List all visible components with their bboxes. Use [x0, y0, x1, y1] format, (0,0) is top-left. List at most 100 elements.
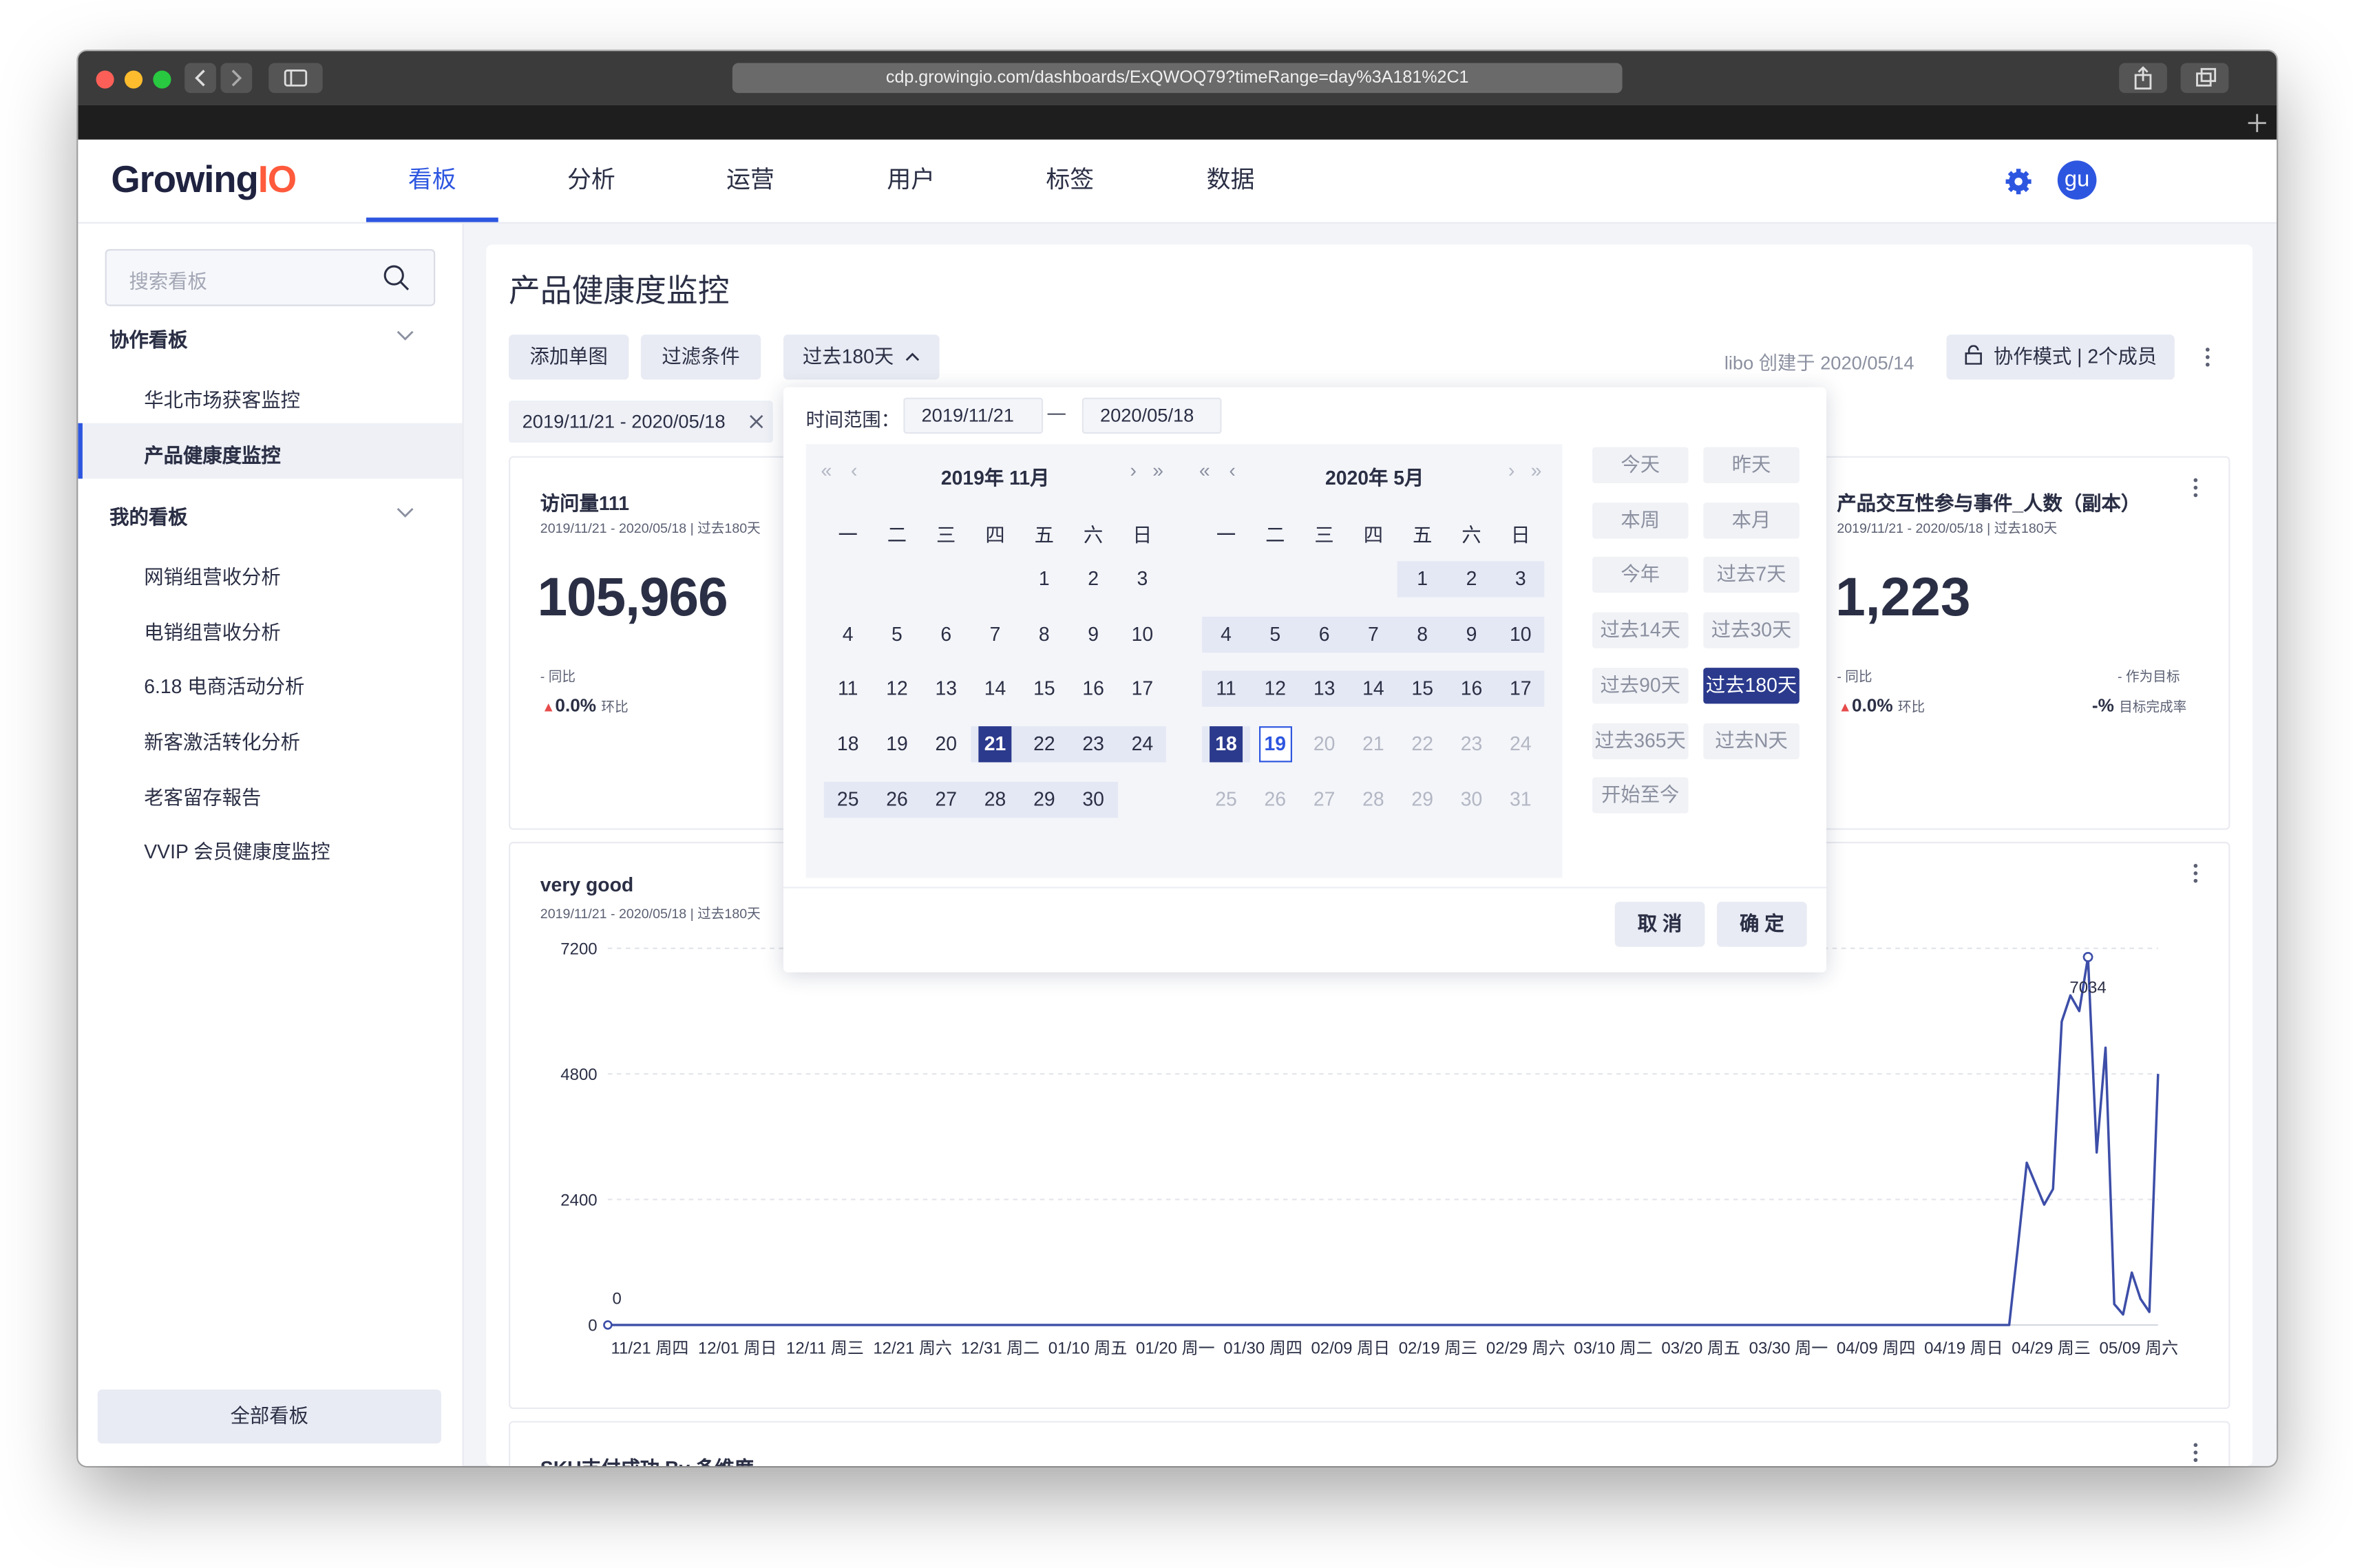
calendar-day[interactable]: 3 [1119, 561, 1167, 597]
quick-range-option[interactable]: 过去N天 [1703, 722, 1800, 759]
calendar-day[interactable]: 15 [1020, 671, 1068, 707]
series-start-point [603, 1320, 613, 1330]
calendar-day[interactable]: 6 [922, 616, 970, 652]
calendar-day[interactable]: 5 [1251, 616, 1299, 652]
calendar-day[interactable]: 17 [1119, 671, 1167, 707]
weekday-header: 五 [1034, 523, 1055, 547]
calendar-day[interactable]: 19 [873, 726, 921, 762]
end-date-input[interactable]: 2020/05/18 [1081, 397, 1222, 434]
calendar-day[interactable]: 13 [1300, 671, 1349, 707]
calendar-day[interactable]: 23 [1069, 726, 1117, 762]
weekday-header: 日 [1132, 523, 1152, 547]
calendar-day[interactable]: 16 [1069, 671, 1117, 707]
calendar-day[interactable]: 31 [1497, 781, 1545, 817]
x-tick-label: 01/10 周五 [1048, 1339, 1128, 1357]
confirm-button[interactable]: 确 定 [1716, 902, 1807, 947]
calendar-day[interactable]: 14 [1349, 671, 1397, 707]
calendar-day[interactable]: 20 [1300, 726, 1349, 762]
calendar-day[interactable]: 20 [922, 726, 970, 762]
calendar-day[interactable]: 12 [1251, 671, 1299, 707]
quick-range-option[interactable]: 过去180天 [1703, 667, 1800, 703]
quick-range-option[interactable]: 过去90天 [1592, 667, 1689, 703]
quick-range-option[interactable]: 本月 [1703, 502, 1800, 538]
calendar-day[interactable]: 2 [1448, 561, 1496, 597]
calendar-day[interactable]: 6 [1300, 616, 1349, 652]
quick-range-option[interactable]: 本周 [1592, 502, 1689, 538]
prev-month-icon[interactable]: ‹ [1229, 459, 1235, 482]
calendar-day[interactable]: 25 [1202, 781, 1250, 817]
quick-range-option[interactable]: 今天 [1592, 447, 1689, 483]
calendar-day[interactable]: 4 [1202, 616, 1250, 652]
calendar-day[interactable]: 9 [1448, 616, 1496, 652]
calendar-day[interactable]: 5 [873, 616, 921, 652]
calendar-day[interactable]: 8 [1398, 616, 1446, 652]
calendar-day[interactable]: 2 [1069, 561, 1117, 597]
range-label: 时间范围： [805, 410, 900, 431]
start-date-value: 2019/11/21 [921, 405, 1014, 427]
quick-range-option[interactable]: 过去14天 [1592, 612, 1689, 648]
calendar-day[interactable]: 28 [971, 781, 1020, 817]
calendar-day[interactable]: 1 [1020, 561, 1068, 597]
weekday-header: 二 [887, 523, 907, 547]
calendar-day[interactable]: 10 [1497, 616, 1545, 652]
calendar-day[interactable]: 26 [1251, 781, 1299, 817]
calendar-day[interactable]: 7 [1349, 616, 1397, 652]
next-year-icon[interactable]: » [1531, 459, 1542, 482]
calendar-day[interactable]: 15 [1398, 671, 1446, 707]
calendar-day[interactable]: 30 [1069, 781, 1117, 817]
next-month-icon[interactable]: › [1508, 459, 1515, 482]
calendar-day[interactable]: 25 [824, 781, 872, 817]
weekday-header: 日 [1510, 523, 1530, 547]
calendar-day[interactable]: 8 [1020, 616, 1068, 652]
calendar-day[interactable]: 23 [1448, 726, 1496, 762]
prev-year-icon[interactable]: « [1199, 459, 1210, 482]
quick-range-option[interactable]: 今年 [1592, 557, 1689, 593]
calendar-day[interactable]: 16 [1448, 671, 1496, 707]
calendar-day[interactable]: 24 [1119, 726, 1167, 762]
calendar-day[interactable]: 29 [1398, 781, 1446, 817]
calendar-day-today[interactable]: 19 [1258, 726, 1292, 763]
calendar-day[interactable]: 14 [971, 671, 1020, 707]
calendar-day[interactable]: 11 [1202, 671, 1250, 707]
weekday-header: 四 [1363, 523, 1384, 547]
prev-year-icon[interactable]: « [821, 459, 832, 482]
weekday-header: 六 [1083, 523, 1104, 547]
next-month-icon[interactable]: › [1130, 459, 1137, 482]
calendar-day[interactable]: 29 [1020, 781, 1068, 817]
calendar-day[interactable]: 24 [1497, 726, 1545, 762]
calendar-day[interactable]: 26 [873, 781, 921, 817]
series-peak-point [2082, 951, 2093, 962]
calendar-day[interactable]: 9 [1069, 616, 1117, 652]
next-year-icon[interactable]: » [1152, 459, 1163, 482]
quick-range-option[interactable]: 过去365天 [1592, 722, 1689, 759]
calendar-day[interactable]: 28 [1349, 781, 1397, 817]
calendar-day-selected[interactable]: 21 [978, 726, 1012, 763]
calendar-day[interactable]: 11 [824, 671, 872, 707]
x-tick-label: 05/09 周六 [2100, 1339, 2179, 1357]
quick-range-option[interactable]: 昨天 [1703, 447, 1800, 483]
calendar-day[interactable]: 7 [971, 616, 1020, 652]
calendar-day[interactable]: 22 [1398, 726, 1446, 762]
calendar-day[interactable]: 1 [1398, 561, 1446, 597]
quick-range-option[interactable]: 过去7天 [1703, 557, 1800, 593]
cancel-button[interactable]: 取 消 [1614, 902, 1705, 947]
calendar-day[interactable]: 17 [1497, 671, 1545, 707]
calendar-day[interactable]: 18 [824, 726, 872, 762]
calendar-day[interactable]: 27 [1300, 781, 1349, 817]
calendar-day[interactable]: 27 [922, 781, 970, 817]
start-date-input[interactable]: 2019/11/21 [903, 397, 1044, 434]
calendar-day[interactable]: 12 [873, 671, 921, 707]
calendar-day[interactable]: 3 [1497, 561, 1545, 597]
calendar-day[interactable]: 30 [1448, 781, 1496, 817]
calendar-day[interactable]: 13 [922, 671, 970, 707]
calendar-day[interactable]: 10 [1119, 616, 1167, 652]
quick-range-option[interactable]: 开始至今 [1592, 777, 1689, 814]
calendar-day[interactable]: 22 [1020, 726, 1068, 762]
quick-range-option[interactable]: 过去30天 [1703, 612, 1800, 648]
calendar-day[interactable]: 21 [1349, 726, 1397, 762]
range-dash: — [1047, 402, 1066, 423]
x-tick-label: 01/30 周四 [1223, 1339, 1302, 1357]
prev-month-icon[interactable]: ‹ [851, 459, 857, 482]
calendar-day[interactable]: 4 [824, 616, 872, 652]
calendar-day-selected[interactable]: 18 [1210, 726, 1243, 763]
